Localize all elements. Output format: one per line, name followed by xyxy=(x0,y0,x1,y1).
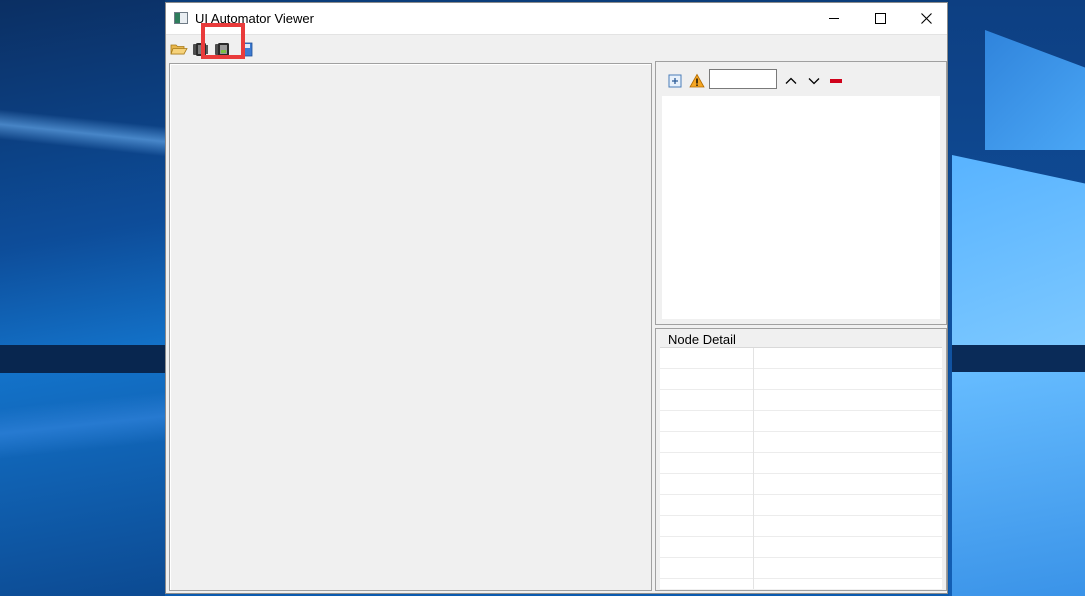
close-button[interactable] xyxy=(903,3,949,34)
main-toolbar xyxy=(166,23,947,62)
maximize-button[interactable] xyxy=(857,3,903,34)
node-detail-panel: Node Detail xyxy=(655,328,947,591)
table-row[interactable] xyxy=(660,453,942,474)
title-bar[interactable]: UI Automator Viewer xyxy=(166,3,947,34)
hierarchy-toolbar xyxy=(662,69,942,93)
chevron-down-icon xyxy=(808,78,820,85)
expand-all-icon xyxy=(668,74,682,88)
table-row[interactable] xyxy=(660,411,942,432)
table-row[interactable] xyxy=(660,474,942,495)
minimize-icon xyxy=(829,18,839,19)
windows-logo-gap xyxy=(952,345,1085,372)
minimize-button[interactable] xyxy=(811,3,857,34)
screenshot-panel[interactable] xyxy=(169,63,652,591)
highlight-box xyxy=(201,23,245,59)
search-input[interactable] xyxy=(709,69,777,89)
table-row[interactable] xyxy=(660,558,942,579)
warning-icon xyxy=(689,73,705,88)
windows-logo-pane xyxy=(952,372,1085,596)
table-row[interactable] xyxy=(660,537,942,558)
previous-result-button[interactable] xyxy=(783,73,799,89)
column-divider[interactable] xyxy=(753,348,754,589)
table-row[interactable] xyxy=(660,390,942,411)
maximize-icon xyxy=(874,13,886,24)
app-window: UI Automator Viewer Node Detail xyxy=(165,2,948,594)
hierarchy-panel xyxy=(655,61,947,325)
desktop-shadow-band xyxy=(0,345,165,373)
app-icon xyxy=(174,12,188,24)
chevron-up-icon xyxy=(785,77,797,84)
open-icon xyxy=(170,44,188,55)
next-result-button[interactable] xyxy=(806,73,822,89)
node-detail-table[interactable] xyxy=(660,347,942,589)
table-row[interactable] xyxy=(660,369,942,390)
table-row[interactable] xyxy=(660,495,942,516)
expand-all-button[interactable] xyxy=(667,73,683,89)
open-button[interactable] xyxy=(170,40,188,58)
desktop-background-left xyxy=(0,0,165,596)
table-row[interactable] xyxy=(660,516,942,537)
clear-icon xyxy=(830,79,842,83)
table-row[interactable] xyxy=(660,432,942,453)
clear-search-button[interactable] xyxy=(828,73,844,89)
toggle-nafs-button[interactable] xyxy=(689,73,705,89)
close-icon xyxy=(920,13,932,24)
windows-logo-pane xyxy=(952,155,1085,345)
title-separator xyxy=(166,34,947,35)
table-row[interactable] xyxy=(660,579,942,589)
node-detail-title: Node Detail xyxy=(666,332,738,347)
hierarchy-tree[interactable] xyxy=(662,96,940,319)
table-row[interactable] xyxy=(660,348,942,369)
